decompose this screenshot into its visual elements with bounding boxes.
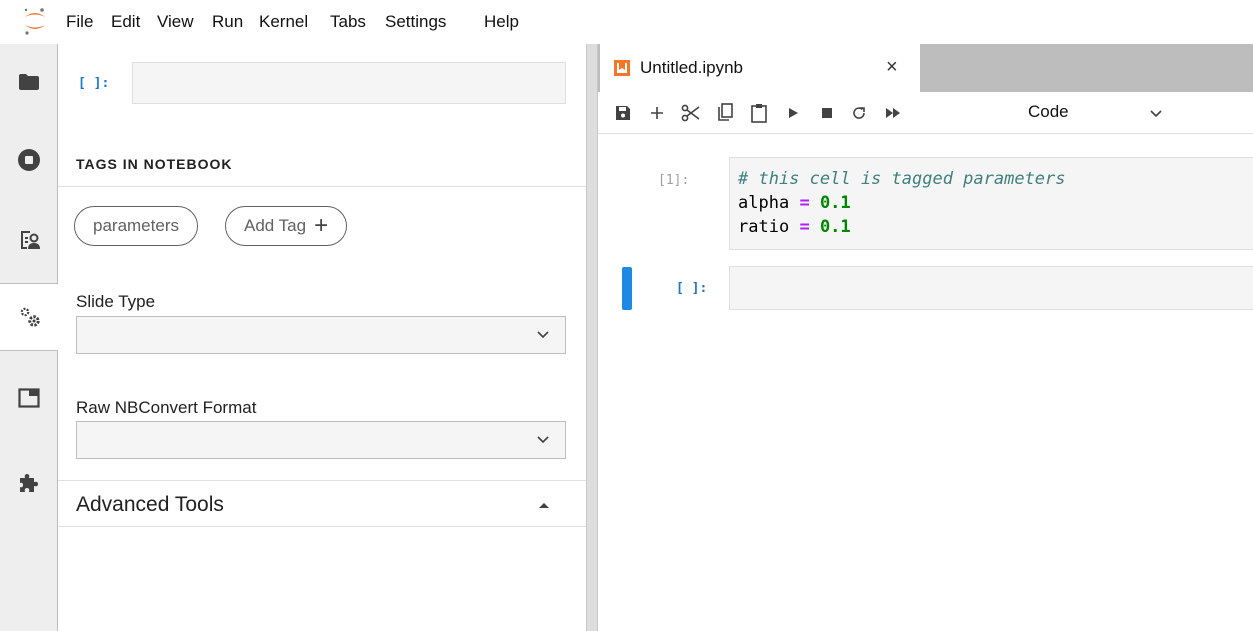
clipboard-icon	[751, 104, 767, 123]
raw-nbconvert-format-select[interactable]	[76, 421, 566, 459]
cell-type-select[interactable]: Code	[1028, 102, 1069, 122]
tags-divider	[58, 186, 586, 187]
slide-type-select[interactable]	[76, 316, 566, 354]
refresh-icon	[853, 107, 865, 119]
panel-splitter[interactable]	[586, 44, 598, 631]
add-tag-button[interactable]: Add Tag +	[225, 206, 348, 246]
plus-icon: +	[314, 212, 329, 239]
notebook-toolbar: Code	[598, 92, 1253, 134]
menu-view[interactable]: View	[157, 12, 194, 32]
paste-cell-button[interactable]	[746, 100, 772, 126]
running-sessions-tab[interactable]	[0, 126, 58, 194]
tab-untitled-notebook[interactable]: Untitled.ipynb ×	[600, 44, 920, 93]
code-variable: ratio	[738, 217, 790, 237]
code-comment: # this cell is tagged parameters	[738, 169, 1066, 189]
folder-icon	[19, 74, 39, 90]
advanced-tools-divider	[58, 526, 586, 527]
cut-cell-button[interactable]	[678, 100, 704, 126]
code-operator: =	[799, 217, 810, 237]
play-icon	[789, 108, 798, 118]
left-sidebar-tabbar	[0, 44, 59, 631]
code-operator: =	[799, 193, 810, 213]
tab-window-icon	[18, 388, 40, 408]
restart-kernel-button[interactable]	[846, 100, 872, 126]
stop-icon	[822, 108, 832, 118]
notebook-panel: [1]: # this cell is tagged parameters al…	[598, 135, 1253, 631]
scissors-icon	[681, 104, 700, 122]
notebook-icon	[614, 60, 630, 76]
code-line-3: ratio = 0.1	[738, 215, 1250, 239]
menu-file[interactable]: File	[66, 12, 93, 32]
cell-1-prompt: [1]:	[658, 173, 690, 188]
tag-label: parameters	[93, 216, 179, 235]
chevron-down-icon	[537, 331, 549, 339]
code-line-2: alpha = 0.1	[738, 191, 1250, 215]
command-palette-tab[interactable]	[0, 206, 58, 274]
raw-nbconvert-format-label: Raw NBConvert Format	[76, 398, 257, 417]
code-variable: alpha	[738, 193, 790, 213]
code-cell-1-editor[interactable]: # this cell is tagged parameters alpha =…	[729, 157, 1253, 250]
tab-title: Untitled.ipynb	[640, 58, 744, 77]
command-palette-icon	[21, 231, 40, 249]
chevron-down-icon[interactable]	[1148, 105, 1164, 121]
menu-help[interactable]: Help	[484, 12, 519, 32]
menu-edit[interactable]: Edit	[111, 12, 140, 32]
menu-tabs[interactable]: Tabs	[330, 12, 366, 32]
run-cell-button[interactable]	[780, 100, 806, 126]
property-inspector-tab[interactable]	[0, 283, 59, 351]
close-icon[interactable]: ×	[886, 56, 898, 79]
menu-settings[interactable]: Settings	[385, 12, 446, 32]
advanced-tools-divider	[58, 480, 586, 481]
metadata-prompt: [ ]:	[78, 76, 110, 91]
plus-icon	[651, 107, 663, 119]
copy-icon	[718, 103, 733, 121]
file-browser-tab[interactable]	[0, 48, 58, 116]
jupyter-logo-icon	[22, 6, 48, 36]
active-cell-indicator[interactable]	[622, 267, 632, 310]
save-icon	[616, 106, 630, 120]
extension-manager-tab[interactable]	[0, 449, 58, 517]
code-line-1: # this cell is tagged parameters	[738, 167, 1250, 191]
property-inspector-panel: [ ]: TAGS IN NOTEBOOK parameters Add Tag…	[58, 44, 586, 631]
cell-2-prompt: [ ]:	[676, 281, 708, 296]
advanced-tools-header[interactable]: Advanced Tools	[76, 493, 224, 517]
fast-forward-icon	[886, 108, 900, 118]
stop-circle-icon	[18, 149, 40, 171]
copy-cell-button[interactable]	[712, 100, 738, 126]
add-tag-label: Add Tag	[244, 216, 307, 235]
gears-icon	[20, 307, 40, 327]
code-number: 0.1	[819, 193, 851, 213]
restart-run-all-button[interactable]	[880, 100, 906, 126]
extension-puzzle-icon	[20, 474, 38, 492]
caret-up-icon[interactable]	[539, 503, 549, 508]
menu-bar: File Edit View Run Kernel Tabs Settings …	[0, 0, 1253, 44]
insert-cell-button[interactable]	[644, 100, 670, 126]
slide-type-label: Slide Type	[76, 292, 156, 311]
code-number: 0.1	[819, 217, 851, 237]
save-button[interactable]	[610, 100, 636, 126]
menu-kernel[interactable]: Kernel	[259, 12, 308, 32]
cell-metadata-editor[interactable]	[132, 62, 566, 104]
chevron-down-icon	[537, 436, 549, 444]
tags-heading: TAGS IN NOTEBOOK	[76, 156, 233, 172]
interrupt-kernel-button[interactable]	[814, 100, 840, 126]
menu-run[interactable]: Run	[212, 12, 243, 32]
open-tabs-tab[interactable]	[0, 364, 58, 432]
code-cell-2-editor[interactable]	[729, 266, 1253, 310]
tag-parameters[interactable]: parameters	[74, 206, 198, 246]
